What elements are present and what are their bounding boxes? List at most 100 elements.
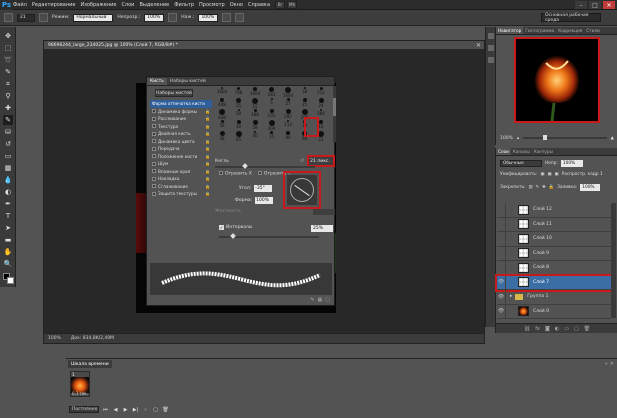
- play-icon[interactable]: ▶: [122, 406, 129, 413]
- path-select-tool-icon[interactable]: ➤: [3, 223, 13, 233]
- brush-option-item[interactable]: Двойная кисть 🔒: [150, 130, 212, 138]
- flow-field[interactable]: 100%: [198, 13, 219, 22]
- unify-position-icon[interactable]: ▣: [540, 172, 544, 177]
- brush-option-checkbox[interactable]: [152, 169, 156, 174]
- brush-tool-icon[interactable]: [4, 13, 13, 22]
- brush-tip-scrollbar[interactable]: [333, 86, 336, 142]
- crop-tool-icon[interactable]: ⌗: [3, 79, 13, 89]
- visibility-eye-icon[interactable]: 👁: [497, 275, 506, 289]
- quick-select-tool-icon[interactable]: ✎: [3, 67, 13, 77]
- lock-icon[interactable]: 🔒: [205, 139, 210, 144]
- history-brush-tool-icon[interactable]: ↺: [3, 139, 13, 149]
- brush-option-item[interactable]: Положение кисти 🔒: [150, 153, 212, 161]
- zoom-out-icon[interactable]: ▴: [517, 136, 519, 141]
- menu-item-2[interactable]: Изображение: [80, 2, 116, 8]
- brush-option-checkbox[interactable]: [152, 161, 156, 166]
- tab-layers[interactable]: Слои: [496, 148, 511, 155]
- spacing-slider[interactable]: [219, 233, 319, 239]
- brush-option-checkbox[interactable]: [152, 154, 156, 159]
- eraser-tool-icon[interactable]: ▭: [3, 151, 13, 161]
- history-icon[interactable]: [488, 33, 494, 39]
- animation-frame[interactable]: 1 0,1 сек.: [70, 371, 90, 397]
- type-tool-icon[interactable]: T: [3, 211, 13, 221]
- document-tab[interactable]: 98696244_large_234025.jpg @ 100% (Слой 7…: [44, 41, 484, 50]
- brush-option-item[interactable]: Динамика формы 🔒: [150, 108, 212, 116]
- brush-tip[interactable]: 35: [265, 130, 279, 143]
- propagate-frame-checkbox[interactable]: Распростр. кадр 1: [562, 172, 603, 177]
- brush-option-checkbox[interactable]: [152, 109, 156, 114]
- loop-select[interactable]: Постоянно: [69, 406, 99, 413]
- layers-scrollbar[interactable]: [611, 203, 616, 318]
- minibridge-button[interactable]: Mb: [287, 0, 298, 9]
- menu-item-8[interactable]: Справка: [248, 2, 270, 8]
- next-frame-icon[interactable]: ▶|: [132, 406, 139, 413]
- zoom-in-icon[interactable]: ▲: [611, 136, 614, 141]
- layer-name[interactable]: Слой 0: [533, 309, 549, 314]
- maximize-button[interactable]: □: [589, 1, 601, 9]
- lock-icon[interactable]: 🔒: [205, 124, 210, 129]
- lock-pixels-icon[interactable]: ▤: [528, 185, 532, 190]
- layer-opacity-field[interactable]: 100%: [560, 160, 583, 167]
- layer-row[interactable]: Слой 12: [497, 203, 611, 218]
- navigator-zoom-value[interactable]: 100%: [500, 136, 513, 141]
- spacing-checkbox[interactable]: ✓ Интервалы: [219, 225, 252, 230]
- lasso-tool-icon[interactable]: ➰: [3, 55, 13, 65]
- layer-name[interactable]: Слой 11: [533, 222, 552, 227]
- brush-option-checkbox[interactable]: [152, 131, 156, 136]
- delete-frame-icon[interactable]: 🗑: [162, 406, 169, 413]
- lock-paint-icon[interactable]: ✎: [536, 185, 540, 190]
- close-document-icon[interactable]: ✕: [476, 42, 481, 49]
- layer-name[interactable]: Группа 1: [527, 294, 548, 299]
- navigator-zoom-slider[interactable]: [523, 135, 607, 140]
- layer-row[interactable]: Слой 8: [497, 261, 611, 276]
- lock-icon[interactable]: 🔒: [205, 109, 210, 114]
- layer-row[interactable]: Слой 11: [497, 217, 611, 232]
- hardness-field[interactable]: [313, 209, 335, 215]
- brush-size-picker[interactable]: 21: [17, 13, 35, 22]
- brush-option-item[interactable]: Защита текстуры 🔒: [150, 190, 212, 198]
- lock-icon[interactable]: 🔒: [205, 154, 210, 159]
- new-group-icon[interactable]: ▭: [564, 326, 569, 332]
- layer-row[interactable]: 👁 ▸ Группа 1: [497, 290, 611, 305]
- frame-duration[interactable]: 0,1 сек.: [72, 391, 88, 396]
- lock-icon[interactable]: 🔒: [205, 116, 210, 121]
- bridge-button[interactable]: Br: [275, 0, 286, 9]
- visibility-eye-icon[interactable]: [497, 246, 506, 260]
- close-timeline-icon[interactable]: ✕: [610, 361, 614, 367]
- link-layers-icon[interactable]: ⛓: [524, 326, 530, 332]
- angle-field[interactable]: -35°: [254, 185, 273, 192]
- visibility-eye-icon[interactable]: [497, 203, 506, 217]
- duplicate-frame-icon[interactable]: ▢: [152, 406, 159, 413]
- timeline-tab[interactable]: Шкала времени: [68, 360, 112, 368]
- layer-row[interactable]: Слой 9: [497, 246, 611, 261]
- lock-icon[interactable]: 🔒: [205, 131, 210, 136]
- brush-option-checkbox[interactable]: [152, 191, 156, 196]
- tab-navigator[interactable]: Навигатор: [496, 27, 524, 34]
- reset-size-icon[interactable]: ↺: [300, 158, 304, 164]
- layer-name[interactable]: Слой 12: [533, 207, 552, 212]
- menu-item-1[interactable]: Редактирование: [32, 2, 76, 8]
- mode-select[interactable]: Нормальный: [73, 13, 114, 22]
- tab-brush-presets[interactable]: Наборы кистей: [167, 78, 209, 85]
- brush-option-item[interactable]: Накладка 🔒: [150, 175, 212, 183]
- tab-adjustments[interactable]: Коррекция: [556, 27, 584, 34]
- blur-tool-icon[interactable]: 💧: [3, 175, 13, 185]
- brush-option-item[interactable]: Рассеивание 🔒: [150, 115, 212, 123]
- lock-icon[interactable]: 🔒: [205, 176, 210, 181]
- pen-tool-icon[interactable]: ✒: [3, 199, 13, 209]
- layer-name[interactable]: Слой 10: [533, 236, 552, 241]
- brush-option-checkbox[interactable]: [152, 146, 156, 151]
- airbrush-icon[interactable]: [222, 13, 232, 22]
- menu-item-4[interactable]: Выделение: [139, 2, 169, 8]
- layer-row[interactable]: Слой 10: [497, 232, 611, 247]
- tab-paths[interactable]: Контуры: [532, 148, 555, 155]
- tab-brush[interactable]: Кисть: [147, 78, 167, 85]
- layer-name[interactable]: Слой 9: [533, 251, 549, 256]
- actions-icon[interactable]: [488, 45, 494, 51]
- menu-item-5[interactable]: Фильтр: [174, 2, 194, 8]
- background-color-swatch[interactable]: [7, 277, 14, 284]
- minimize-button[interactable]: –: [575, 1, 587, 9]
- close-button[interactable]: ✕: [603, 1, 615, 9]
- flip-x-checkbox[interactable]: Отразить X: [219, 171, 252, 177]
- brush-panel-toggle-icon[interactable]: [39, 13, 48, 22]
